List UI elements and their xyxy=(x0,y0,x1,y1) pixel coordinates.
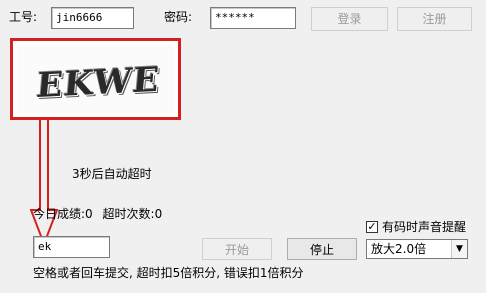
timeout-count-value: 0 xyxy=(154,207,163,221)
login-button[interactable]: 登录 xyxy=(311,7,388,31)
zoom-select-value: 放大2.0倍 xyxy=(371,242,427,256)
chevron-down-icon[interactable]: ▼ xyxy=(451,240,467,258)
sound-alert-checkbox[interactable]: ✓ xyxy=(366,221,378,233)
today-score-value: 0 xyxy=(85,207,93,221)
register-button[interactable]: 注册 xyxy=(397,7,472,31)
timeout-notice: 3秒后自动超时 xyxy=(72,167,152,181)
start-button[interactable]: 开始 xyxy=(202,238,272,260)
employee-id-input[interactable]: jin6666 xyxy=(51,7,134,29)
instructions-text: 空格或者回车提交, 超时扣5倍积分, 错误扣1倍积分 xyxy=(33,266,304,280)
captcha-answer-input[interactable]: ek xyxy=(33,236,110,258)
password-input[interactable]: ****** xyxy=(210,7,296,29)
timeout-count-label: 超时次数: xyxy=(102,207,155,221)
captcha-text: EKWE xyxy=(34,59,162,107)
stop-button[interactable]: 停止 xyxy=(287,238,357,260)
password-label: 密码: xyxy=(164,10,193,24)
captcha-image: EKWE xyxy=(10,38,181,120)
captcha-background: EKWE xyxy=(17,45,174,113)
zoom-select[interactable]: 放大2.0倍 ▼ xyxy=(366,239,468,259)
annotation-arrow-icon xyxy=(30,118,59,247)
sound-alert-label: 有码时声音提醒 xyxy=(382,220,467,234)
today-score-label: 今日成绩: xyxy=(33,207,86,221)
employee-id-label: 工号: xyxy=(9,10,38,24)
stats-row: 今日成绩:0 超时次数:0 xyxy=(33,206,162,222)
